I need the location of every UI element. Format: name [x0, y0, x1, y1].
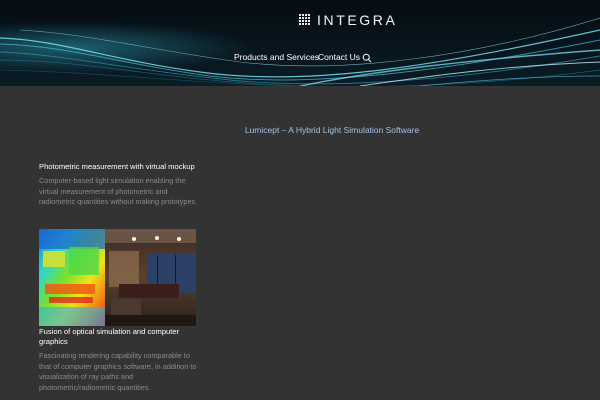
- page-title[interactable]: Lumicept – A Hybrid Light Simulation Sof…: [0, 125, 600, 135]
- section-heading: Fusion of optical simulation and compute…: [39, 327, 180, 346]
- nav-contact-us[interactable]: Contact Us: [318, 52, 360, 62]
- nav-products-and-services[interactable]: Products and Services: [234, 52, 319, 62]
- section-heading: Photometric measurement with virtual moc…: [39, 162, 195, 171]
- section-fusion-optical-simulation: Fusion of optical simulation and compute…: [39, 327, 199, 393]
- site-header: INTEGRA Products and Services Contact Us: [0, 0, 600, 86]
- section-body: Computer-based light simulation enabling…: [39, 176, 198, 207]
- logo-text: INTEGRA: [317, 12, 398, 28]
- lighting-simulation-render-image: [39, 229, 196, 326]
- section-body: Fascinating rendering capability compara…: [39, 351, 197, 392]
- search-icon[interactable]: [362, 53, 372, 63]
- integra-logo[interactable]: INTEGRA: [299, 12, 397, 28]
- logo-grid-icon: [299, 14, 311, 26]
- section-photometric-measurement: Photometric measurement with virtual moc…: [39, 162, 199, 208]
